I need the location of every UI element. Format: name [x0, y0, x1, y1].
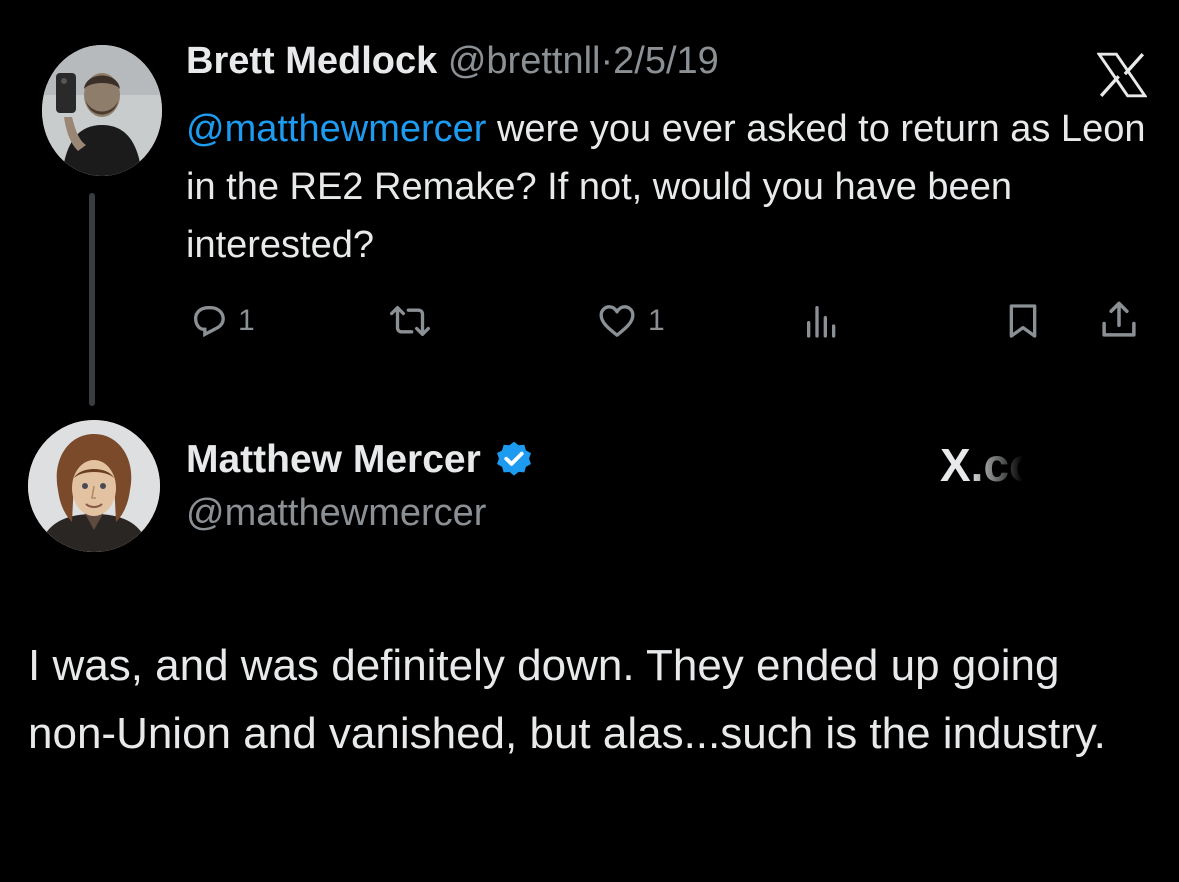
repost-icon — [390, 306, 430, 336]
x-logo-icon — [1097, 52, 1147, 98]
reply-button[interactable]: 1 — [188, 301, 255, 341]
like-button[interactable]: 1 — [594, 301, 665, 341]
bookmark-icon — [1009, 304, 1037, 338]
author-name[interactable]: Matthew Mercer — [186, 438, 481, 482]
share-button[interactable] — [1098, 299, 1140, 341]
repost-button[interactable] — [386, 301, 442, 341]
main-tweet-text: I was, and was definitely down. They end… — [28, 641, 1106, 758]
verified-badge-icon — [496, 441, 531, 476]
reply-count: 1 — [238, 304, 255, 337]
like-count: 1 — [648, 304, 665, 337]
share-icon — [1102, 301, 1136, 337]
author-handle[interactable]: @brettnll — [448, 40, 601, 82]
reply-tweet-text: @matthewmercer were you ever asked to re… — [186, 100, 1156, 274]
tweet-date[interactable]: 2/5/19 — [613, 40, 719, 82]
tweet-action-bar: 1 1 — [0, 297, 1179, 347]
header-separator: · — [600, 40, 614, 82]
reply-tweet-header: Brett Medlock @brettnll·2/5/19 — [186, 40, 719, 83]
avatar-brett-medlock[interactable] — [42, 45, 162, 176]
main-tweet-handle[interactable]: @matthewmercer — [186, 492, 486, 535]
like-icon — [599, 305, 635, 337]
reply-icon — [193, 306, 225, 338]
person-photo-icon — [42, 45, 162, 176]
bookmark-button[interactable] — [1003, 301, 1043, 341]
author-name[interactable]: Brett Medlock — [186, 40, 437, 82]
mention-link[interactable]: @matthewmercer — [186, 108, 486, 150]
views-icon — [807, 306, 836, 338]
watermark-fade — [967, 443, 1038, 487]
watermark: X.co — [940, 438, 1038, 492]
views-button[interactable] — [800, 301, 844, 341]
illustrated-portrait-icon — [28, 420, 160, 552]
avatar-matthew-mercer[interactable] — [28, 420, 160, 552]
main-tweet-author: Matthew Mercer — [186, 438, 535, 482]
